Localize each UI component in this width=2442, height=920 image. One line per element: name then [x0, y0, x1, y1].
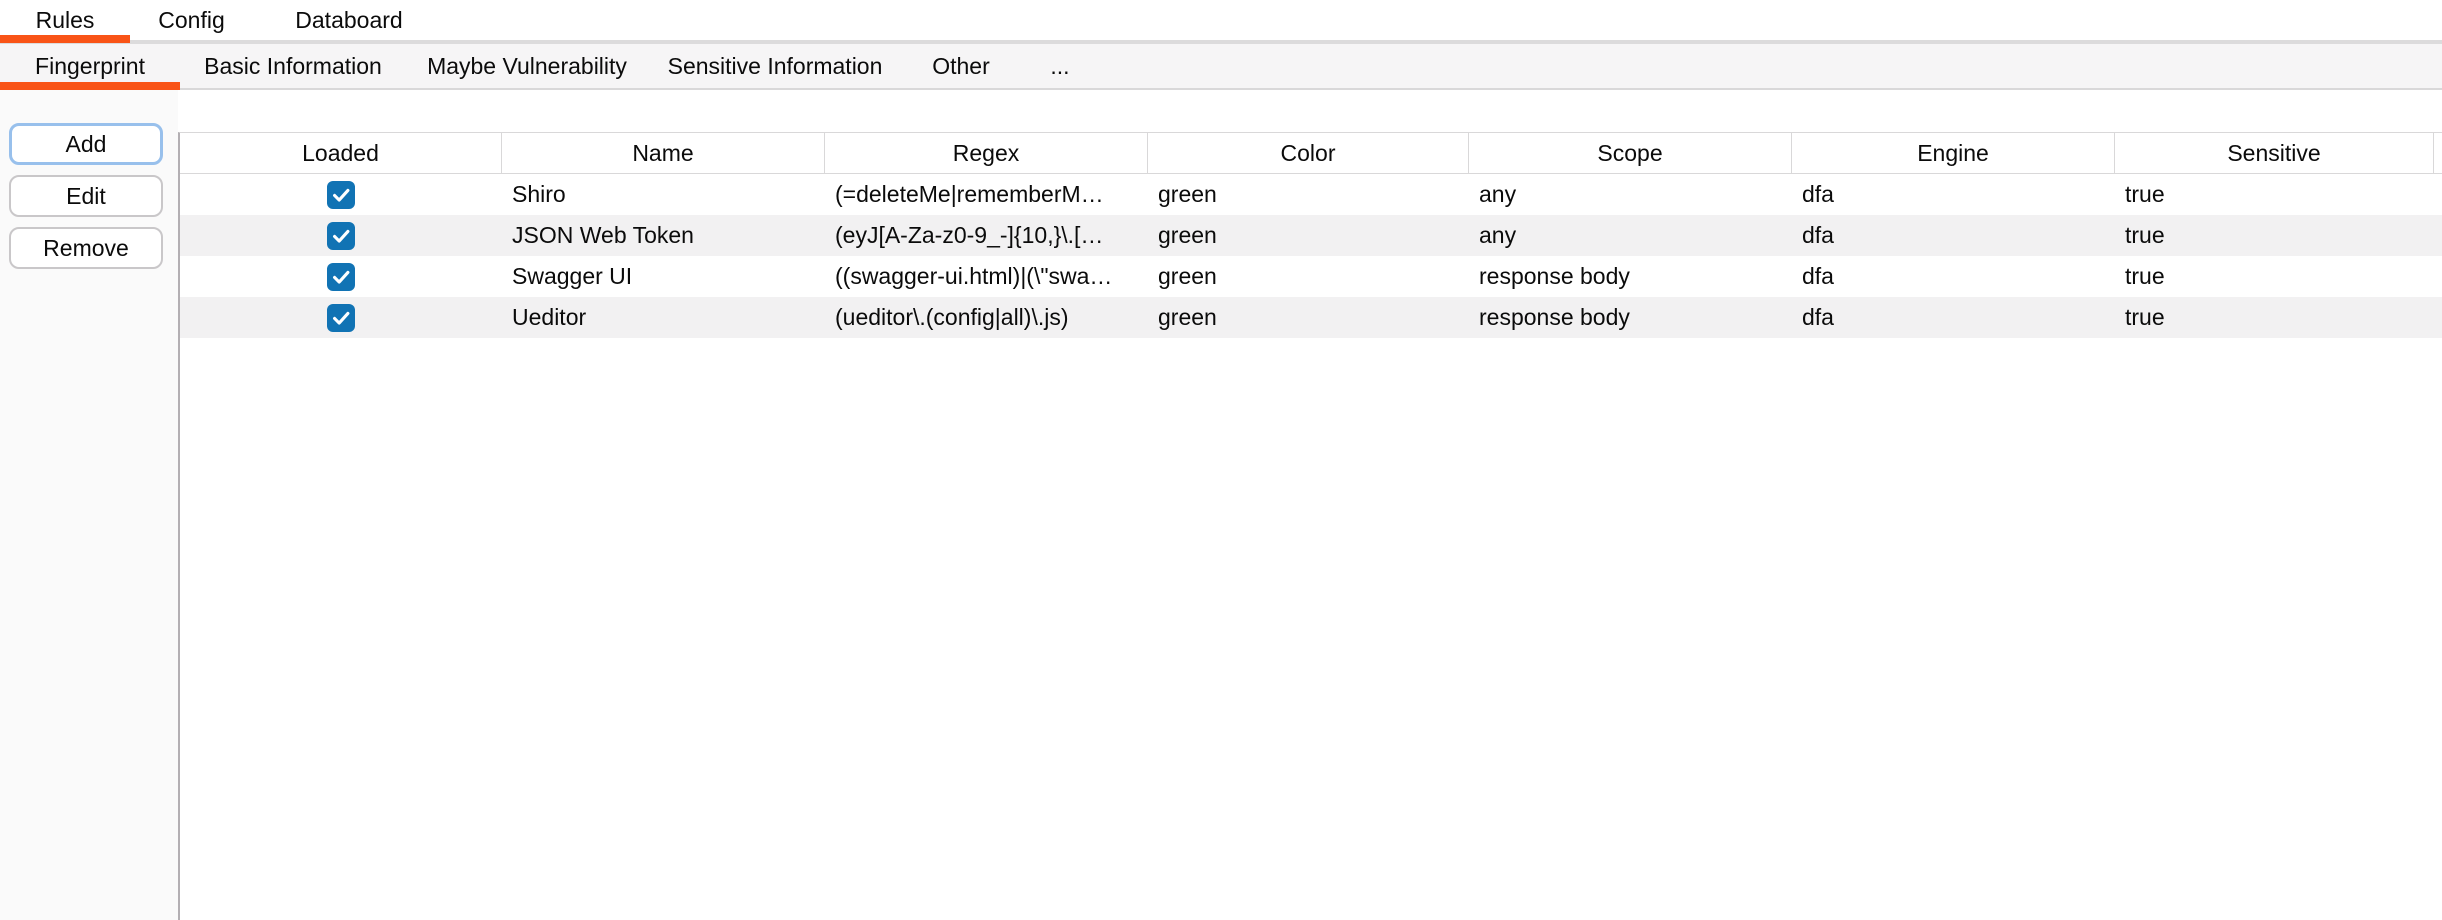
check-icon	[330, 184, 352, 206]
column-header-color[interactable]: Color	[1148, 133, 1469, 173]
cell-engine: dfa	[1792, 215, 2115, 256]
app-window: Rules Config Databoard Fingerprint Basic…	[0, 0, 2442, 920]
cell-color: green	[1148, 297, 1469, 338]
cell-loaded	[180, 256, 502, 297]
add-button[interactable]: Add	[9, 123, 163, 165]
subtab-more[interactable]: ...	[1020, 44, 1100, 88]
cell-name: Shiro	[502, 174, 825, 215]
cell-color: green	[1148, 174, 1469, 215]
loaded-checkbox[interactable]	[327, 222, 355, 250]
subtab-maybe-vulnerability-label: Maybe Vulnerability	[427, 53, 627, 80]
check-icon	[330, 266, 352, 288]
cell-sensitive: true	[2115, 215, 2434, 256]
subtab-sensitive-information-label: Sensitive Information	[668, 53, 883, 80]
check-icon	[330, 225, 352, 247]
loaded-checkbox[interactable]	[327, 263, 355, 291]
table-row[interactable]: JSON Web Token(eyJ[A-Za-z0-9_-]{10,}\.[……	[180, 215, 2442, 256]
cell-sensitive: true	[2115, 174, 2434, 215]
column-header-sensitive[interactable]: Sensitive	[2115, 133, 2434, 173]
fingerprint-rules-table: Loaded Name Regex Color Scope Engine Sen…	[178, 132, 2442, 920]
cell-sensitive: true	[2115, 297, 2434, 338]
tab-config[interactable]: Config	[130, 0, 253, 40]
table-row[interactable]: Shiro(=deleteMe|rememberM…greenanydfatru…	[180, 174, 2442, 215]
cell-regex: (eyJ[A-Za-z0-9_-]{10,}\.[…	[825, 215, 1148, 256]
subtab-fingerprint[interactable]: Fingerprint	[0, 44, 180, 88]
edit-button[interactable]: Edit	[9, 175, 163, 217]
edit-button-label: Edit	[66, 183, 106, 210]
column-header-scope[interactable]: Scope	[1469, 133, 1792, 173]
subtab-basic-information[interactable]: Basic Information	[180, 44, 406, 88]
remove-button-label: Remove	[43, 235, 129, 262]
cell-color: green	[1148, 215, 1469, 256]
subtab-basic-information-label: Basic Information	[204, 53, 382, 80]
cell-regex: (ueditor\.(config|all)\.js)	[825, 297, 1148, 338]
add-button-label: Add	[66, 131, 107, 158]
tab-databoard[interactable]: Databoard	[253, 0, 445, 40]
cell-engine: dfa	[1792, 256, 2115, 297]
tab-rules-label: Rules	[36, 7, 95, 34]
loaded-checkbox[interactable]	[327, 304, 355, 332]
cell-regex: ((swagger-ui.html)|(\"swa…	[825, 256, 1148, 297]
cell-scope: any	[1469, 215, 1792, 256]
table-row[interactable]: Ueditor(ueditor\.(config|all)\.js)greenr…	[180, 297, 2442, 338]
column-header-filler	[2434, 133, 2442, 173]
table-header-row: Loaded Name Regex Color Scope Engine Sen…	[180, 133, 2442, 174]
cell-name: Swagger UI	[502, 256, 825, 297]
table-body: Shiro(=deleteMe|rememberM…greenanydfatru…	[180, 174, 2442, 338]
loaded-checkbox[interactable]	[327, 181, 355, 209]
cell-color: green	[1148, 256, 1469, 297]
cell-loaded	[180, 297, 502, 338]
rules-subtab-bar: Fingerprint Basic Information Maybe Vuln…	[0, 43, 2442, 90]
table-row[interactable]: Swagger UI((swagger-ui.html)|(\"swa…gree…	[180, 256, 2442, 297]
cell-regex: (=deleteMe|rememberM…	[825, 174, 1148, 215]
subtab-other-label: Other	[932, 53, 990, 80]
cell-scope: response body	[1469, 256, 1792, 297]
cell-name: JSON Web Token	[502, 215, 825, 256]
subtab-other[interactable]: Other	[902, 44, 1020, 88]
check-icon	[330, 307, 352, 329]
main-tab-bar: Rules Config Databoard	[0, 0, 2442, 43]
cell-loaded	[180, 174, 502, 215]
column-header-loaded[interactable]: Loaded	[180, 133, 502, 173]
cell-name: Ueditor	[502, 297, 825, 338]
column-header-name[interactable]: Name	[502, 133, 825, 173]
cell-sensitive: true	[2115, 256, 2434, 297]
column-header-regex[interactable]: Regex	[825, 133, 1148, 173]
tab-config-label: Config	[158, 7, 224, 34]
column-header-engine[interactable]: Engine	[1792, 133, 2115, 173]
remove-button[interactable]: Remove	[9, 227, 163, 269]
subtab-maybe-vulnerability[interactable]: Maybe Vulnerability	[406, 44, 648, 88]
actions-panel: Add Edit Remove	[0, 90, 178, 920]
cell-engine: dfa	[1792, 297, 2115, 338]
cell-loaded	[180, 215, 502, 256]
subtab-more-label: ...	[1050, 53, 1069, 80]
cell-scope: any	[1469, 174, 1792, 215]
cell-scope: response body	[1469, 297, 1792, 338]
subtab-sensitive-information[interactable]: Sensitive Information	[648, 44, 902, 88]
cell-engine: dfa	[1792, 174, 2115, 215]
tab-databoard-label: Databoard	[295, 7, 402, 34]
tab-rules[interactable]: Rules	[0, 0, 130, 40]
subtab-fingerprint-label: Fingerprint	[35, 53, 145, 80]
